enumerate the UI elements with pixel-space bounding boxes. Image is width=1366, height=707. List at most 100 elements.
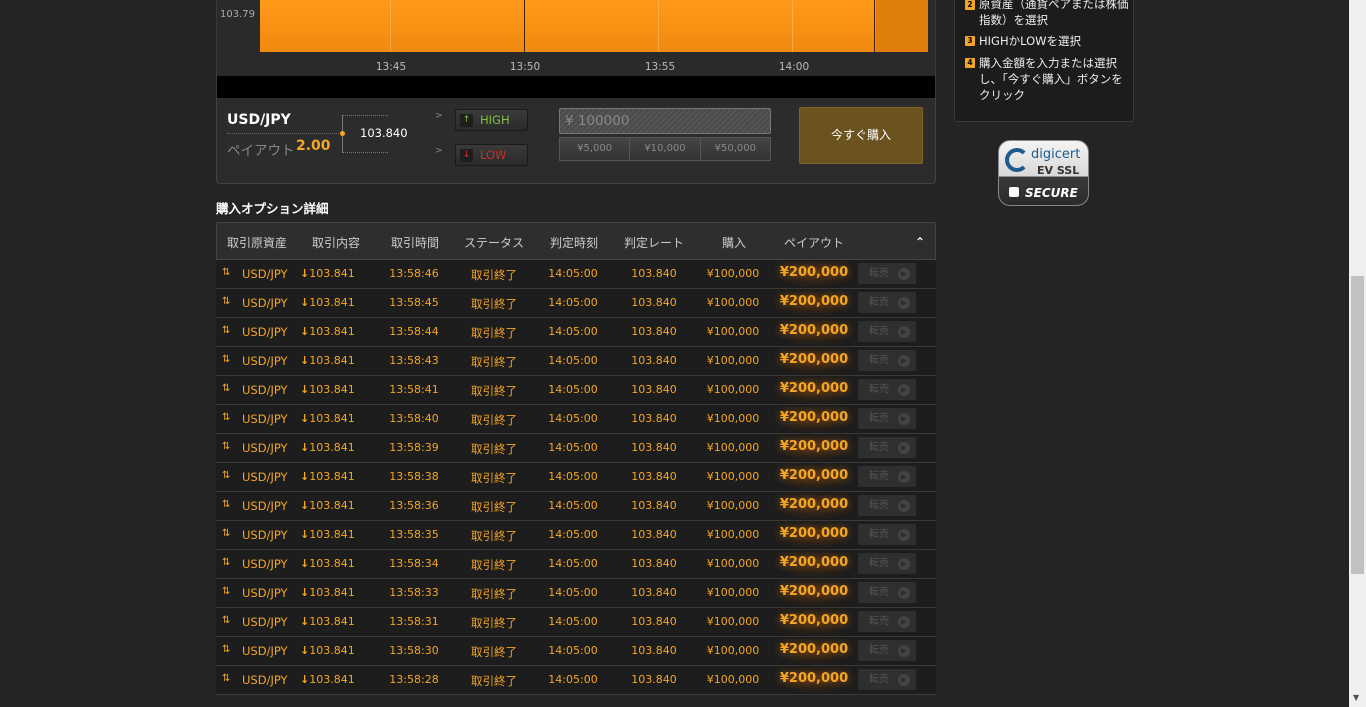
row-judge-rate: 103.840 xyxy=(631,557,677,570)
table-row: ⇅ USD/JPY ↓103.841 13:58:41 取引終了 14:05:0… xyxy=(216,376,936,405)
row-payout: ¥200,000 xyxy=(779,410,849,425)
row-asset: USD/JPY xyxy=(242,557,288,571)
preset-5000-button[interactable]: ¥5,000 xyxy=(560,138,631,160)
resell-label: 転売 xyxy=(869,674,889,685)
asset-name[interactable]: USD/JPY xyxy=(227,112,291,128)
resell-button[interactable]: 転売 ▶ xyxy=(858,495,916,516)
row-judge-time: 14:05:00 xyxy=(548,354,598,367)
arrow-down-icon: ↓ xyxy=(300,644,310,657)
row-asset: USD/JPY xyxy=(242,615,288,629)
play-circle-icon: ▶ xyxy=(898,442,910,454)
row-purchase: ¥100,000 xyxy=(706,499,760,512)
row-judge-time: 14:05:00 xyxy=(548,412,598,425)
row-payout: ¥200,000 xyxy=(779,555,849,570)
row-payout: ¥200,000 xyxy=(779,323,849,338)
resell-button[interactable]: 転売 ▶ xyxy=(858,321,916,342)
column-header[interactable]: 判定レート xyxy=(624,234,684,251)
row-judge-rate: 103.840 xyxy=(631,296,677,309)
resell-button[interactable]: 転売 ▶ xyxy=(858,408,916,429)
double-chevron-up-icon[interactable]: ⌃ xyxy=(915,235,925,249)
resell-button[interactable]: 転売 ▶ xyxy=(858,379,916,400)
preset-10000-button[interactable]: ¥10,000 xyxy=(630,138,701,160)
table-row: ⇅ USD/JPY ↓103.841 13:58:43 取引終了 14:05:0… xyxy=(216,347,936,376)
rate-dot-icon xyxy=(340,131,345,136)
play-circle-icon: ▶ xyxy=(898,587,910,599)
row-trade-time: 13:58:30 xyxy=(389,644,439,657)
resell-label: 転売 xyxy=(869,326,889,337)
resell-button[interactable]: 転売 ▶ xyxy=(858,350,916,371)
step-number-badge: 2 xyxy=(965,0,975,10)
row-status: 取引終了 xyxy=(471,297,517,311)
resell-button[interactable]: 転売 ▶ xyxy=(858,611,916,632)
row-entry-rate: 103.841 xyxy=(309,528,355,541)
row-asset: USD/JPY xyxy=(242,296,288,310)
row-judge-rate: 103.840 xyxy=(631,615,677,628)
chevron-right-icon: > xyxy=(435,111,443,121)
arrow-down-icon: ↓ xyxy=(300,383,310,396)
ssl-seal[interactable]: digicert EV SSL SECURE xyxy=(998,140,1089,206)
row-payout: ¥200,000 xyxy=(779,439,849,454)
row-asset: USD/JPY xyxy=(242,383,288,397)
arrow-down-icon: ↓ xyxy=(300,267,310,280)
row-entry-rate: 103.841 xyxy=(309,412,355,425)
column-header[interactable]: ペイアウト xyxy=(784,234,844,251)
buy-now-button[interactable]: 今すぐ購入 xyxy=(799,107,923,164)
row-judge-rate: 103.840 xyxy=(631,528,677,541)
play-circle-icon: ▶ xyxy=(898,645,910,657)
resell-button[interactable]: 転売 ▶ xyxy=(858,582,916,603)
column-header[interactable]: 購入 xyxy=(722,234,746,251)
column-header[interactable]: 取引内容 xyxy=(312,234,360,251)
resell-button[interactable]: 転売 ▶ xyxy=(858,669,916,690)
row-judge-time: 14:05:00 xyxy=(548,673,598,686)
ssl-brand: digicert xyxy=(1031,147,1081,162)
row-asset: USD/JPY xyxy=(242,267,288,281)
row-asset: USD/JPY xyxy=(242,325,288,339)
preset-50000-button[interactable]: ¥50,000 xyxy=(700,138,770,160)
resell-label: 転売 xyxy=(869,384,889,395)
scrollbar-thumb[interactable] xyxy=(1351,276,1364,574)
resell-button[interactable]: 転売 ▶ xyxy=(858,553,916,574)
resell-label: 転売 xyxy=(869,616,889,627)
resell-button[interactable]: 転売 ▶ xyxy=(858,292,916,313)
swap-arrows-icon: ⇅ xyxy=(222,412,231,423)
row-entry-rate: 103.841 xyxy=(309,325,355,338)
column-header[interactable]: 取引原資産 xyxy=(227,234,287,251)
resell-button[interactable]: 転売 ▶ xyxy=(858,466,916,487)
row-judge-time: 14:05:00 xyxy=(548,441,598,454)
low-button[interactable]: ↓ LOW xyxy=(455,144,528,166)
row-direction: ↓103.841 xyxy=(300,644,355,657)
row-entry-rate: 103.841 xyxy=(309,499,355,512)
resell-button[interactable]: 転売 ▶ xyxy=(858,437,916,458)
high-button[interactable]: ↑ HIGH xyxy=(455,109,528,131)
row-judge-rate: 103.840 xyxy=(631,673,677,686)
row-purchase: ¥100,000 xyxy=(706,586,760,599)
row-entry-rate: 103.841 xyxy=(309,441,355,454)
row-judge-rate: 103.840 xyxy=(631,325,677,338)
swap-arrows-icon: ⇅ xyxy=(222,499,231,510)
row-asset: USD/JPY xyxy=(242,528,288,542)
scroll-down-arrow-icon[interactable]: ▼ xyxy=(1353,693,1359,702)
row-status: 取引終了 xyxy=(471,355,517,369)
arrow-down-icon: ↓ xyxy=(460,149,473,162)
column-header[interactable]: 取引時間 xyxy=(391,234,439,251)
resell-button[interactable]: 転売 ▶ xyxy=(858,640,916,661)
current-rate: 103.840 xyxy=(360,126,408,140)
row-asset: USD/JPY xyxy=(242,586,288,600)
row-judge-rate: 103.840 xyxy=(631,383,677,396)
price-chart: 103.79 13:45 13:50 13:55 14:00 xyxy=(216,0,936,98)
row-status: 取引終了 xyxy=(471,529,517,543)
amount-input[interactable] xyxy=(559,108,771,134)
resell-label: 転売 xyxy=(869,442,889,453)
row-purchase: ¥100,000 xyxy=(706,296,760,309)
resell-button[interactable]: 転売 ▶ xyxy=(858,263,916,284)
row-judge-rate: 103.840 xyxy=(631,644,677,657)
column-header[interactable]: ステータス xyxy=(464,234,524,251)
resell-button[interactable]: 転売 ▶ xyxy=(858,524,916,545)
column-header[interactable]: 判定時刻 xyxy=(550,234,598,251)
swap-arrows-icon: ⇅ xyxy=(222,383,231,394)
arrow-down-icon: ↓ xyxy=(300,615,310,628)
row-status: 取引終了 xyxy=(471,587,517,601)
trades-table: 取引原資産 取引内容 取引時間 ステータス 判定時刻 判定レート 購入 ペイアウ… xyxy=(216,222,936,695)
table-row: ⇅ USD/JPY ↓103.841 13:58:31 取引終了 14:05:0… xyxy=(216,608,936,637)
vertical-scrollbar[interactable]: ▼ xyxy=(1349,0,1366,707)
